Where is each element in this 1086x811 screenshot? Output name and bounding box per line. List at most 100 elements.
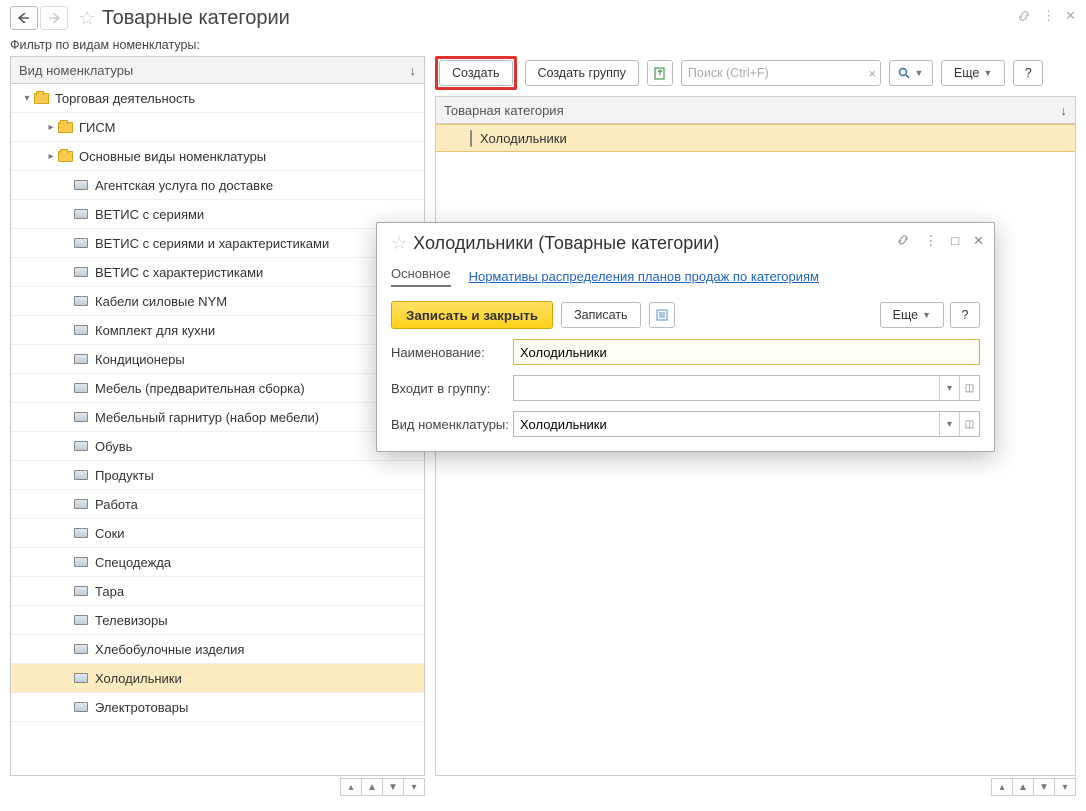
sort-indicator-icon[interactable]: ↓ — [1061, 103, 1068, 118]
tree-row-label: Мебельный гарнитур (набор мебели) — [95, 410, 319, 425]
expand-arrow-icon[interactable]: ▸ — [45, 151, 57, 162]
nav-forward-button[interactable] — [40, 6, 68, 30]
tree-row[interactable]: ▸Основные виды номенклатуры — [11, 142, 424, 171]
tree-row[interactable]: Комплект для кухни — [11, 316, 424, 345]
tree-row[interactable]: Холодильники — [11, 664, 424, 693]
dialog-maximize-icon[interactable]: □ — [951, 233, 959, 249]
tree-row[interactable]: Кабели силовые NYM — [11, 287, 424, 316]
item-icon — [73, 555, 89, 569]
tree-row-label: ВЕТИС с сериями — [95, 207, 204, 222]
tree-row[interactable]: Мебельный гарнитур (набор мебели) — [11, 403, 424, 432]
more-button[interactable]: Еще▼ — [941, 60, 1005, 86]
type-open-icon[interactable]: ◫ — [959, 412, 979, 436]
close-page-icon[interactable]: ✕ — [1065, 8, 1076, 24]
group-dropdown-icon[interactable]: ▾ — [939, 376, 959, 400]
scroll-up-button[interactable]: ▲ — [361, 778, 383, 796]
dialog-tab-link[interactable]: Нормативы распределения планов продаж по… — [469, 269, 819, 284]
tree-row-label: Кабели силовые NYM — [95, 294, 227, 309]
item-icon — [73, 294, 89, 308]
tree-row[interactable]: Работа — [11, 490, 424, 519]
group-open-icon[interactable]: ◫ — [959, 376, 979, 400]
tree-row[interactable]: Хлебобулочные изделия — [11, 635, 424, 664]
tree-row-label: Телевизоры — [95, 613, 168, 628]
tree-row[interactable]: Телевизоры — [11, 606, 424, 635]
export-icon-button[interactable] — [647, 60, 673, 86]
tree-column-header[interactable]: Вид номенклатуры ↓ — [10, 56, 425, 84]
clear-search-icon[interactable]: × — [868, 66, 876, 81]
tree-row[interactable]: ▸ ГИСМ — [11, 113, 424, 142]
tree-header-label: Вид номенклатуры — [19, 63, 133, 78]
link-icon[interactable] — [1016, 8, 1032, 24]
tree-row-label: Холодильники — [95, 671, 182, 686]
tree-row-label: Комплект для кухни — [95, 323, 215, 338]
tree-row[interactable]: ВЕТИС с сериями и характеристиками — [11, 229, 424, 258]
tree-row-label: Хлебобулочные изделия — [95, 642, 244, 657]
tree-row[interactable]: Кондиционеры — [11, 345, 424, 374]
dialog-more-button[interactable]: Еще▼ — [880, 302, 944, 328]
scroll-top-button[interactable]: ▴ — [340, 778, 362, 796]
create-button[interactable]: Создать — [439, 60, 513, 86]
list-icon-button[interactable] — [649, 302, 675, 328]
scroll-bottom-button[interactable]: ▾ — [403, 778, 425, 796]
scroll-up-button[interactable]: ▲ — [1012, 778, 1034, 796]
type-dropdown-icon[interactable]: ▾ — [939, 412, 959, 436]
tree-row-label: ВЕТИС с сериями и характеристиками — [95, 236, 329, 251]
item-icon — [73, 410, 89, 424]
tree-row[interactable]: ВЕТИС с характеристиками — [11, 258, 424, 287]
type-input[interactable] — [514, 412, 939, 436]
item-icon — [470, 131, 472, 146]
tree-row[interactable]: Электротовары — [11, 693, 424, 722]
search-dropdown-button[interactable]: ▼ — [889, 60, 933, 86]
scroll-down-button[interactable]: ▼ — [1033, 778, 1055, 796]
tree-row[interactable]: Продукты — [11, 461, 424, 490]
filter-label: Фильтр по видам номенклатуры: — [0, 36, 1086, 56]
item-icon — [73, 700, 89, 714]
search-box[interactable]: × — [681, 60, 881, 86]
save-button[interactable]: Записать — [561, 302, 640, 328]
category-row-label: Холодильники — [480, 131, 567, 146]
save-close-button[interactable]: Записать и закрыть — [391, 301, 553, 329]
name-input[interactable] — [513, 339, 980, 365]
item-icon — [73, 497, 89, 511]
dialog-tab-main[interactable]: Основное — [391, 266, 451, 287]
scroll-down-button[interactable]: ▼ — [382, 778, 404, 796]
expand-arrow-icon[interactable]: ▾ — [21, 93, 33, 104]
favorite-star-icon[interactable]: ☆ — [78, 6, 96, 31]
kebab-menu-icon[interactable]: ⋮ — [1042, 8, 1055, 24]
tree-row-label: Работа — [95, 497, 138, 512]
tree-row[interactable]: Агентская услуга по доставке — [11, 171, 424, 200]
expand-arrow-icon[interactable]: ▸ — [45, 122, 57, 133]
search-input[interactable] — [686, 65, 868, 81]
tree-row[interactable]: Тара — [11, 577, 424, 606]
scroll-bottom-button[interactable]: ▾ — [1054, 778, 1076, 796]
sort-indicator-icon[interactable]: ↓ — [410, 63, 417, 78]
category-row[interactable]: Холодильники — [436, 124, 1075, 152]
create-group-button[interactable]: Создать группу — [525, 60, 639, 86]
dialog-close-icon[interactable]: ✕ — [973, 233, 984, 249]
tree-row-label: Электротовары — [95, 700, 188, 715]
item-icon — [73, 671, 89, 685]
tree-row-label: Продукты — [95, 468, 154, 483]
dialog-kebab-icon[interactable]: ⋮ — [924, 233, 937, 249]
right-column-header[interactable]: Товарная категория ↓ — [435, 96, 1076, 124]
tree-row[interactable]: Обувь — [11, 432, 424, 461]
tree-row[interactable]: ВЕТИС с сериями — [11, 200, 424, 229]
item-icon — [73, 265, 89, 279]
dialog-link-icon[interactable] — [896, 233, 910, 249]
item-icon — [73, 352, 89, 366]
help-button[interactable]: ? — [1013, 60, 1043, 86]
tree-row-label: Обувь — [95, 439, 132, 454]
nav-back-button[interactable] — [10, 6, 38, 30]
dialog-star-icon[interactable]: ☆ — [391, 233, 407, 254]
tree-row[interactable]: Спецодежда — [11, 548, 424, 577]
tree-row[interactable]: ▾ Торговая деятельность — [11, 84, 424, 113]
tree-row[interactable]: Мебель (предварительная сборка) — [11, 374, 424, 403]
dialog-help-button[interactable]: ? — [950, 302, 980, 328]
group-input[interactable] — [514, 376, 939, 400]
scroll-top-button[interactable]: ▴ — [991, 778, 1013, 796]
item-icon — [73, 178, 89, 192]
item-icon — [73, 207, 89, 221]
tree-row[interactable]: Соки — [11, 519, 424, 548]
tree-row-label: Торговая деятельность — [55, 91, 195, 106]
tree-row-label: ГИСМ — [79, 120, 115, 135]
